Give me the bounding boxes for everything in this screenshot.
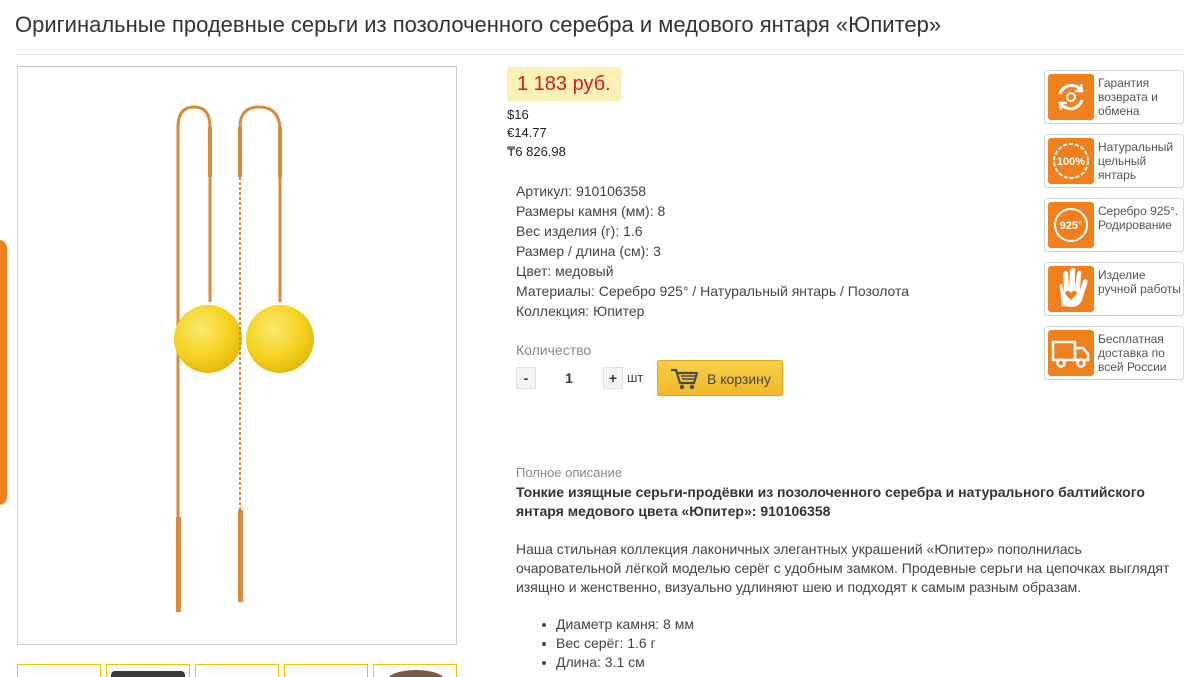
quantity-label: Количество (516, 342, 592, 358)
spec-article: Артикул: 910106358 (516, 183, 647, 199)
product-specs: Артикул: 910106358 Размеры камня (мм): 8… (516, 181, 909, 321)
return-exchange-icon (1048, 74, 1094, 120)
spec-weight: Вес изделия (г): 1.6 (516, 223, 643, 239)
earrings-photo (174, 105, 314, 612)
benefit-label: Серебро 925°. Родирование (1098, 204, 1179, 232)
benefit-handmade[interactable]: Изделие ручной работы (1044, 262, 1184, 316)
benefit-free-delivery[interactable]: Бесплатная доставка по всей России (1044, 326, 1184, 380)
add-to-cart-label: В корзину (707, 371, 771, 387)
quantity-decrease-button[interactable]: - (516, 367, 536, 389)
svg-text:100%: 100% (1057, 156, 1085, 168)
thumbnail-1[interactable] (17, 664, 101, 677)
spec-color: Цвет: медовый (516, 263, 614, 279)
thumbnail-3[interactable] (195, 664, 279, 677)
thumbnail-5[interactable] (373, 664, 457, 677)
description-body: Наша стильная коллекция лаконичных элега… (516, 541, 1170, 595)
thumbnail-strip (17, 664, 457, 677)
natural-amber-100-icon: 100% (1048, 138, 1094, 184)
benefit-label: Натуральный цельный янтарь (1098, 140, 1174, 182)
spec-materials: Материалы: Серебро 925° / Натуральный ян… (516, 283, 910, 299)
list-item: Диаметр камня: 8 мм (542, 616, 694, 632)
description-heading: Полное описание (516, 465, 623, 480)
spec-length: Размер / длина (см): 3 (516, 243, 661, 259)
price-kzt: ₸6 826.98 (507, 144, 566, 159)
benefit-label: Бесплатная доставка по всей России (1098, 332, 1167, 374)
list-item: Длина: 3.1 см (542, 653, 694, 672)
silver-925-icon: 925° (1048, 202, 1094, 248)
benefit-silver-925[interactable]: 925° Серебро 925°. Родирование (1044, 198, 1184, 252)
side-feedback-tab[interactable] (0, 240, 7, 505)
benefit-natural-amber[interactable]: 100% Натуральный цельный янтарь (1044, 134, 1184, 188)
spec-collection: Коллекция: Юпитер (516, 303, 645, 319)
list-item: Вес серёг: 1.6 г (542, 634, 694, 653)
svg-text:925°: 925° (1060, 220, 1083, 232)
price-rub: 1 183 руб. (507, 67, 621, 101)
page-title: Оригинальные продевные серьги из позолоч… (15, 12, 942, 37)
handmade-hand-icon (1048, 266, 1094, 312)
shopping-cart-icon (670, 367, 700, 396)
spec-stone-size: Размеры камня (мм): 8 (516, 203, 666, 219)
title-divider (15, 54, 1185, 55)
add-to-cart-button[interactable]: В корзину (657, 360, 783, 396)
quantity-input[interactable] (539, 367, 599, 389)
delivery-truck-icon (1048, 330, 1094, 376)
product-main-image[interactable] (17, 66, 457, 645)
price-usd: $16 (507, 107, 529, 122)
price-eur: €14.77 (507, 125, 547, 140)
description-lead: Тонкие изящные серьги-продёвки из позоло… (516, 484, 1145, 519)
quantity-increase-button[interactable]: + (603, 367, 623, 389)
benefit-label: Гарантия возврата и обмена (1098, 76, 1158, 118)
benefit-return-guarantee[interactable]: Гарантия возврата и обмена (1044, 70, 1184, 124)
benefits-panel: Гарантия возврата и обмена 100% Натураль… (1044, 70, 1184, 390)
quantity-unit: шт (627, 370, 644, 385)
description-bullets: Диаметр камня: 8 мм Вес серёг: 1.6 г Дли… (542, 615, 694, 672)
thumbnail-4[interactable] (284, 664, 368, 677)
benefit-label: Изделие ручной работы (1098, 268, 1181, 296)
thumbnail-2[interactable] (106, 664, 190, 677)
